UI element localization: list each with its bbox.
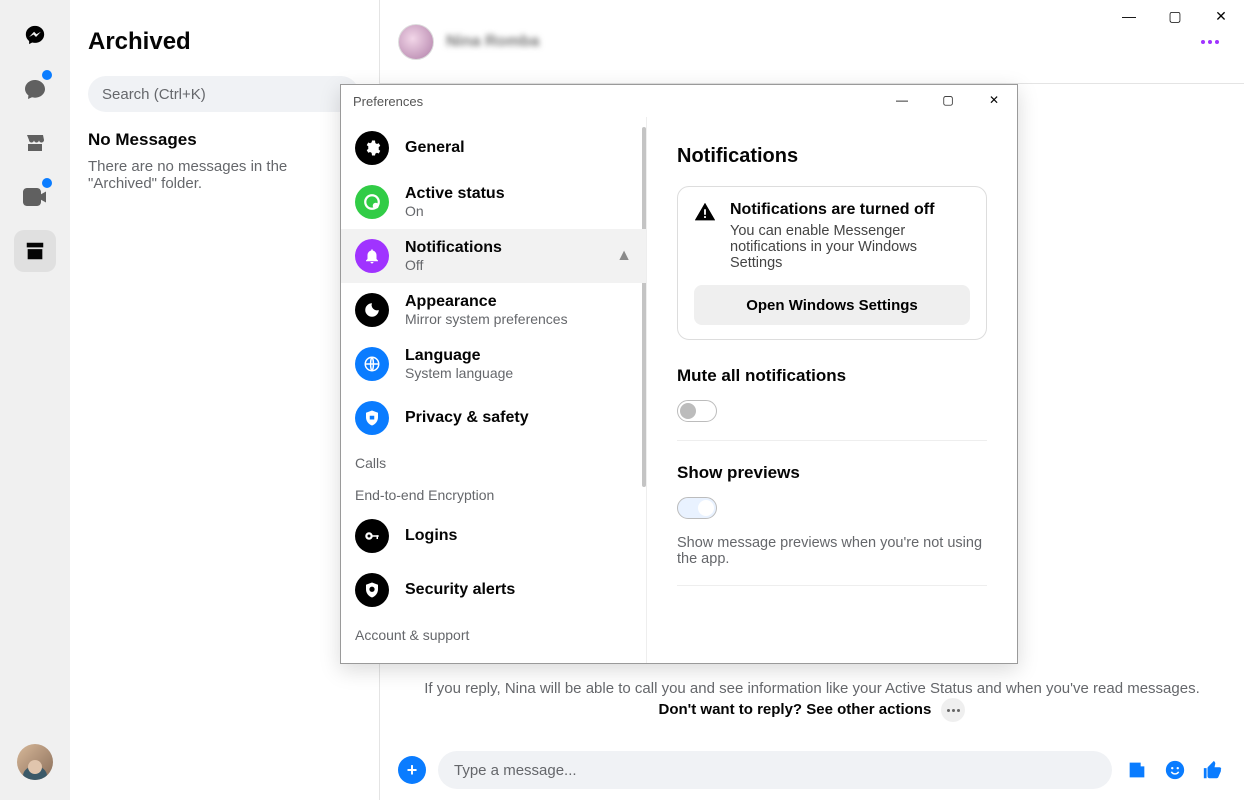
video-chats-tab[interactable] — [14, 176, 56, 218]
notifications-heading: Notifications — [677, 145, 987, 168]
warning-icon: ▲ — [616, 247, 632, 265]
card-sub: You can enable Messenger notifications i… — [730, 223, 970, 271]
pref-item-label: Language — [405, 347, 513, 365]
pref-item-sub: Off — [405, 257, 502, 273]
pref-item-sub: On — [405, 203, 505, 219]
mute-toggle[interactable] — [677, 400, 717, 422]
messenger-logo-icon[interactable] — [14, 14, 56, 56]
pref-item-notifications[interactable]: NotificationsOff ▲ — [341, 229, 646, 283]
archived-title: Archived — [88, 28, 359, 56]
prefs-close-button[interactable]: ✕ — [971, 85, 1017, 115]
chat-more-button[interactable] — [1194, 26, 1226, 58]
pref-item-general[interactable]: General — [341, 121, 646, 175]
pref-item-label: Privacy & safety — [405, 409, 529, 427]
preferences-main: Notifications Notifications are turned o… — [647, 117, 1017, 663]
bell-icon — [355, 239, 389, 273]
mute-title: Mute all notifications — [677, 366, 987, 386]
pref-item-privacy[interactable]: Privacy & safety — [341, 391, 646, 445]
emoji-icon[interactable] — [1162, 757, 1188, 783]
composer-input[interactable]: Type a message... — [438, 751, 1112, 789]
preferences-dialog: Preferences — ▢ ✕ General Active statusO… — [340, 84, 1018, 664]
preferences-window-controls: — ▢ ✕ — [879, 85, 1017, 115]
unread-dot-icon — [42, 178, 52, 188]
pref-item-label: Security alerts — [405, 581, 515, 599]
pref-section-account: Account & support — [341, 617, 646, 649]
composer: + Type a message... — [380, 740, 1244, 800]
gear-icon — [355, 131, 389, 165]
prefs-maximize-button[interactable]: ▢ — [925, 85, 971, 115]
pref-item-security[interactable]: Security alerts — [341, 563, 646, 617]
previews-toggle[interactable] — [677, 497, 717, 519]
chat-info: If you reply, Nina will be able to call … — [380, 680, 1244, 722]
previews-title: Show previews — [677, 463, 987, 483]
archived-pane: Archived Search (Ctrl+K) No Messages The… — [70, 0, 380, 800]
previews-desc: Show message previews when you're not us… — [677, 535, 987, 567]
composer-add-button[interactable]: + — [398, 756, 426, 784]
pref-item-sub: System language — [405, 365, 513, 381]
mute-section: Mute all notifications — [677, 366, 987, 441]
pref-item-label: General — [405, 139, 465, 157]
pref-item-label: Notifications — [405, 239, 502, 257]
other-actions-more-icon[interactable] — [941, 698, 965, 722]
pref-item-active-status[interactable]: Active statusOn — [341, 175, 646, 229]
globe-icon — [355, 347, 389, 381]
nav-rail — [0, 0, 70, 800]
key-icon — [355, 519, 389, 553]
pref-section-calls: Calls — [341, 445, 646, 477]
pref-item-language[interactable]: LanguageSystem language — [341, 337, 646, 391]
thumbs-up-icon[interactable] — [1200, 757, 1226, 783]
moon-icon — [355, 293, 389, 327]
contact-avatar[interactable] — [398, 24, 434, 60]
pref-item-label: Appearance — [405, 293, 568, 311]
no-messages-sub: There are no messages in the "Archived" … — [88, 158, 359, 192]
sticker-icon[interactable] — [1124, 757, 1150, 783]
pref-item-logins[interactable]: Logins — [341, 509, 646, 563]
search-input[interactable]: Search (Ctrl+K) — [88, 76, 359, 112]
pref-item-sub: Mirror system preferences — [405, 311, 568, 327]
card-title: Notifications are turned off — [730, 201, 970, 219]
chat-other-actions[interactable]: Don't want to reply? See other actions — [659, 701, 932, 718]
pref-item-appearance[interactable]: AppearanceMirror system preferences — [341, 283, 646, 337]
chats-tab[interactable] — [14, 68, 56, 110]
no-messages-heading: No Messages — [88, 130, 359, 150]
status-icon — [355, 185, 389, 219]
archived-tab[interactable] — [14, 230, 56, 272]
unread-dot-icon — [42, 70, 52, 80]
search-placeholder: Search (Ctrl+K) — [102, 86, 206, 103]
pref-section-e2e: End-to-end Encryption — [341, 477, 646, 509]
open-windows-settings-button[interactable]: Open Windows Settings — [694, 285, 970, 325]
shield-check-icon — [355, 573, 389, 607]
contact-name: Nina Romba — [446, 33, 539, 51]
my-avatar[interactable] — [17, 744, 53, 780]
prefs-minimize-button[interactable]: — — [879, 85, 925, 115]
warning-triangle-icon — [694, 201, 716, 223]
chat-info-line: If you reply, Nina will be able to call … — [380, 680, 1244, 697]
pref-item-label: Logins — [405, 527, 457, 545]
pref-item-label: Active status — [405, 185, 505, 203]
preferences-sidebar: General Active statusOn NotificationsOff… — [341, 117, 647, 663]
shield-icon — [355, 401, 389, 435]
previews-section: Show previews Show message previews when… — [677, 463, 987, 586]
composer-placeholder: Type a message... — [454, 762, 577, 779]
marketplace-tab[interactable] — [14, 122, 56, 164]
chat-header: Nina Romba — [380, 0, 1244, 84]
notifications-off-card: Notifications are turned off You can ena… — [677, 186, 987, 340]
